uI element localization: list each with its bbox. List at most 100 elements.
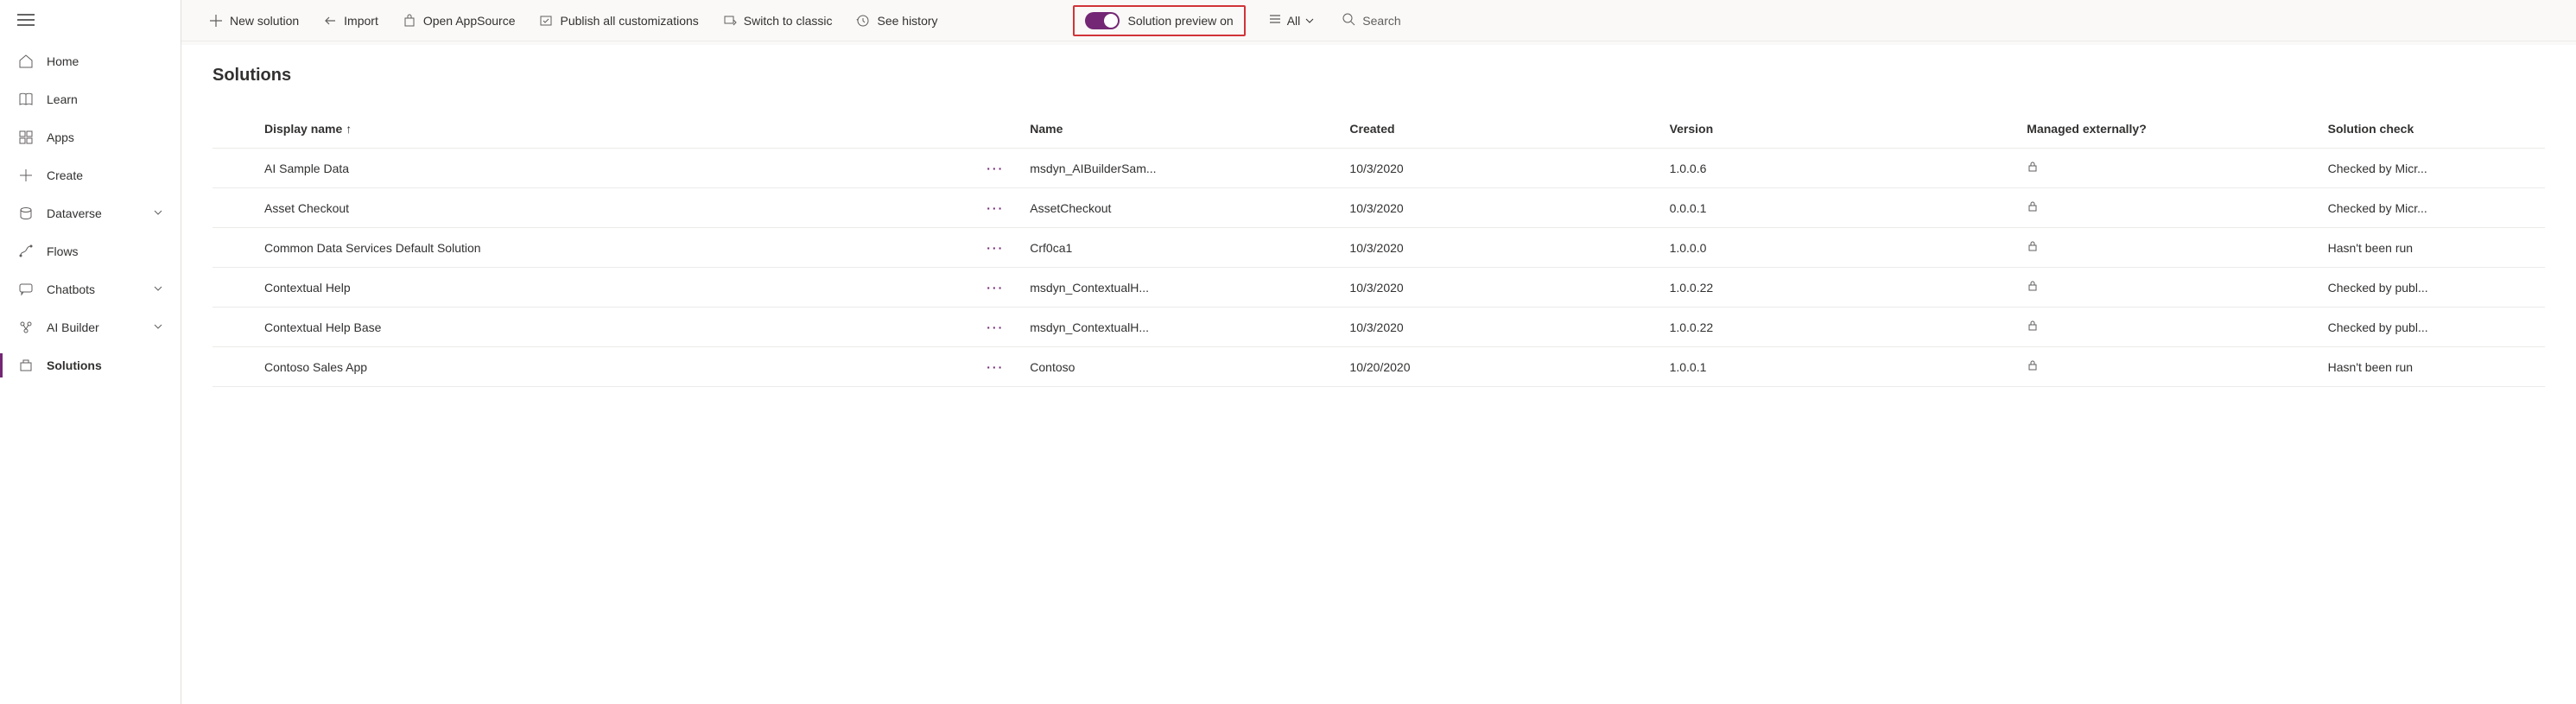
col-name[interactable]: Name — [1021, 110, 1341, 149]
cell-created: 10/3/2020 — [1341, 228, 1660, 268]
col-created[interactable]: Created — [1341, 110, 1660, 149]
new-solution-button[interactable]: New solution — [199, 7, 309, 35]
lock-icon — [2027, 241, 2039, 255]
cell-version: 1.0.0.22 — [1661, 308, 2019, 347]
cell-display-name: Asset Checkout — [213, 188, 927, 228]
cmd-label: Open AppSource — [423, 14, 516, 28]
cmd-label: Switch to classic — [744, 14, 833, 28]
import-button[interactable]: Import — [313, 7, 389, 35]
cell-version: 1.0.0.22 — [1661, 268, 2019, 308]
row-actions-button[interactable]: ··· — [927, 149, 1021, 188]
chevron-down-icon — [1305, 14, 1314, 28]
row-actions-button[interactable]: ··· — [927, 347, 1021, 387]
cell-check: Hasn't been run — [2319, 347, 2545, 387]
row-actions-button[interactable]: ··· — [927, 228, 1021, 268]
sidebar-item-label: Home — [47, 54, 79, 68]
flows-icon — [17, 243, 35, 260]
cell-created: 10/20/2020 — [1341, 347, 1660, 387]
cell-name: msdyn_AIBuilderSam... — [1021, 149, 1341, 188]
sidebar-item-flows[interactable]: Flows — [0, 232, 181, 270]
solutions-icon — [17, 357, 35, 374]
row-actions-button[interactable]: ··· — [927, 268, 1021, 308]
cell-display-name: Contextual Help — [213, 268, 927, 308]
sidebar-item-chatbots[interactable]: Chatbots — [0, 270, 181, 308]
switch-classic-button[interactable]: Switch to classic — [713, 7, 843, 35]
table-row[interactable]: Contoso Sales App···Contoso10/20/20201.0… — [213, 347, 2545, 387]
cell-managed — [2018, 347, 2319, 387]
filter-all-button[interactable]: All — [1259, 5, 1323, 35]
cell-check: Checked by Micr... — [2319, 149, 2545, 188]
sidebar-item-apps[interactable]: Apps — [0, 118, 181, 156]
cell-managed — [2018, 228, 2319, 268]
lock-icon — [2027, 281, 2039, 295]
publish-icon — [539, 14, 553, 28]
preview-toggle[interactable] — [1085, 12, 1120, 29]
command-bar: New solution Import Open AppSource Publi… — [181, 0, 2576, 41]
cell-check: Checked by publ... — [2319, 268, 2545, 308]
col-version[interactable]: Version — [1661, 110, 2019, 149]
import-icon — [323, 14, 337, 28]
lock-icon — [2027, 360, 2039, 374]
sidebar-item-learn[interactable]: Learn — [0, 80, 181, 118]
publish-all-button[interactable]: Publish all customizations — [529, 7, 708, 35]
preview-toggle-label: Solution preview on — [1128, 14, 1234, 28]
cell-check: Checked by publ... — [2319, 308, 2545, 347]
plus-icon — [209, 14, 223, 28]
row-actions-button[interactable]: ··· — [927, 308, 1021, 347]
home-icon — [17, 53, 35, 70]
sidebar-item-label: Create — [47, 168, 83, 182]
search-icon — [1342, 12, 1355, 29]
page-title: Solutions — [213, 66, 2545, 86]
lock-icon — [2027, 162, 2039, 175]
lock-icon — [2027, 201, 2039, 215]
chat-icon — [17, 281, 35, 298]
grid-icon — [17, 129, 35, 146]
solutions-table: Display name↑ Name Created Version Manag… — [213, 110, 2545, 387]
cell-name: AssetCheckout — [1021, 188, 1341, 228]
plus-icon — [17, 167, 35, 184]
cell-created: 10/3/2020 — [1341, 308, 1660, 347]
chevron-down-icon — [153, 320, 163, 334]
see-history-button[interactable]: See history — [846, 7, 948, 35]
cell-display-name: Contoso Sales App — [213, 347, 927, 387]
sidebar-item-home[interactable]: Home — [0, 42, 181, 80]
row-actions-button[interactable]: ··· — [927, 188, 1021, 228]
cell-check: Checked by Micr... — [2319, 188, 2545, 228]
preview-toggle-highlight: Solution preview on — [1073, 5, 1246, 36]
sidebar-item-ai-builder[interactable]: AI Builder — [0, 308, 181, 346]
hamburger-icon — [17, 14, 35, 26]
cell-display-name: Contextual Help Base — [213, 308, 927, 347]
sidebar-item-label: Solutions — [47, 358, 102, 372]
table-row[interactable]: AI Sample Data···msdyn_AIBuilderSam...10… — [213, 149, 2545, 188]
sidebar-item-label: AI Builder — [47, 320, 99, 334]
sidebar-item-create[interactable]: Create — [0, 156, 181, 194]
search-input[interactable]: Search — [1333, 5, 1409, 35]
table-row[interactable]: Contextual Help···msdyn_ContextualH...10… — [213, 268, 2545, 308]
table-row[interactable]: Contextual Help Base···msdyn_ContextualH… — [213, 308, 2545, 347]
col-managed[interactable]: Managed externally? — [2018, 110, 2319, 149]
lock-icon — [2027, 320, 2039, 334]
hamburger-menu[interactable] — [0, 0, 181, 42]
dataverse-icon — [17, 205, 35, 222]
col-check[interactable]: Solution check — [2319, 110, 2545, 149]
bag-icon — [403, 14, 416, 28]
cmd-label: New solution — [230, 14, 299, 28]
table-row[interactable]: Asset Checkout···AssetCheckout10/3/20200… — [213, 188, 2545, 228]
sidebar-item-solutions[interactable]: Solutions — [0, 346, 181, 384]
book-icon — [17, 91, 35, 108]
table-row[interactable]: Common Data Services Default Solution···… — [213, 228, 2545, 268]
cell-display-name: Common Data Services Default Solution — [213, 228, 927, 268]
cell-version: 0.0.0.1 — [1661, 188, 2019, 228]
ai-icon — [17, 319, 35, 336]
sidebar-item-label: Dataverse — [47, 206, 102, 220]
cell-managed — [2018, 308, 2319, 347]
col-display-name[interactable]: Display name↑ — [213, 110, 927, 149]
sort-asc-icon: ↑ — [346, 122, 352, 136]
sidebar-item-dataverse[interactable]: Dataverse — [0, 194, 181, 232]
switch-icon — [723, 14, 737, 28]
sidebar-item-label: Flows — [47, 244, 79, 258]
cell-version: 1.0.0.6 — [1661, 149, 2019, 188]
cell-created: 10/3/2020 — [1341, 268, 1660, 308]
open-appsource-button[interactable]: Open AppSource — [392, 7, 526, 35]
sidebar-item-label: Apps — [47, 130, 74, 144]
